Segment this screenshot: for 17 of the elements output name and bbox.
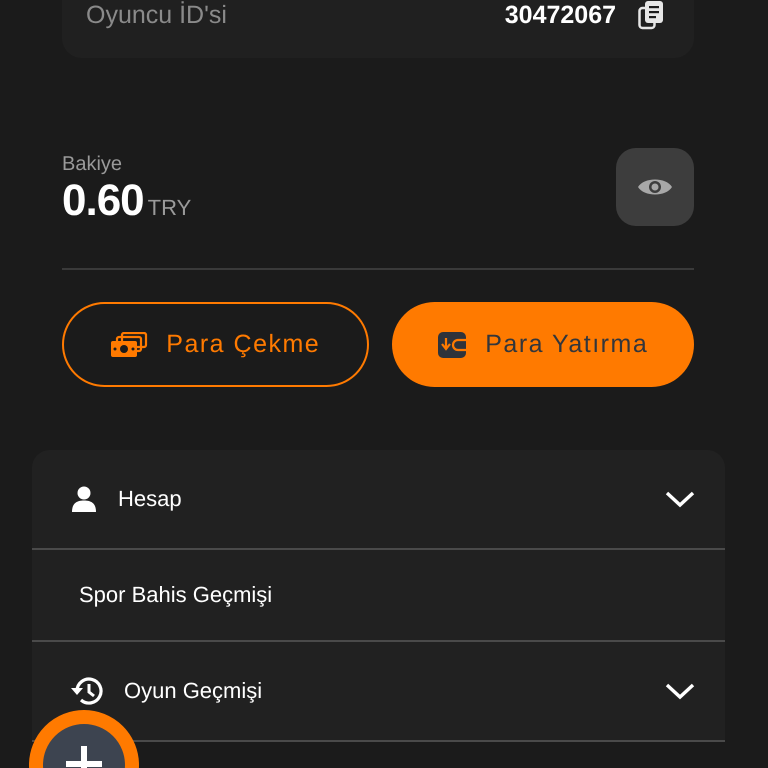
player-id-label: Oyuncu İD'si — [86, 0, 227, 30]
balance-amount: 0.60 — [62, 176, 144, 226]
chevron-down-icon — [665, 490, 695, 508]
user-icon — [70, 485, 98, 513]
history-icon — [70, 675, 104, 707]
withdraw-button[interactable]: Para Çekme — [62, 302, 368, 387]
menu-item[interactable]: Spor Bahis Geçmişi — [32, 550, 725, 642]
menu-item[interactable]: Hesap — [32, 450, 725, 550]
cash-stack-icon — [110, 332, 148, 358]
show-balance-button[interactable] — [616, 148, 694, 226]
chevron-down-icon — [665, 682, 695, 700]
currency-label: TRY — [148, 195, 192, 221]
player-id-value: 30472067 — [504, 0, 616, 30]
balance-label: Bakiye — [62, 153, 124, 176]
copy-icon[interactable] — [638, 0, 664, 30]
wallet-icon — [437, 330, 468, 358]
deposit-button[interactable]: Para Yatırma — [392, 302, 694, 387]
